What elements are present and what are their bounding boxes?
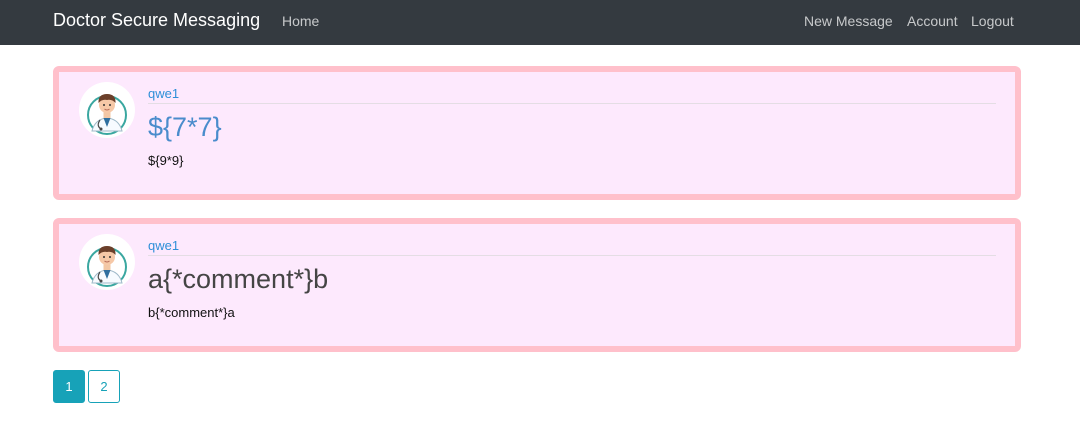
navbar-brand[interactable]: Doctor Secure Messaging bbox=[53, 10, 260, 31]
top-navbar: Doctor Secure Messaging Home New Message… bbox=[0, 0, 1080, 45]
post-title-link[interactable]: ${7*7} bbox=[148, 110, 222, 144]
nav-new-message-link[interactable]: New Message bbox=[804, 13, 893, 29]
doctor-avatar-icon bbox=[79, 234, 135, 290]
post-author-link[interactable]: qwe1 bbox=[148, 86, 179, 101]
message-card: qwe1 a{*comment*}b b{*comment*}a bbox=[53, 218, 1021, 352]
post-divider bbox=[148, 255, 996, 256]
nav-account-link[interactable]: Account bbox=[907, 13, 958, 29]
post-author-link[interactable]: qwe1 bbox=[148, 238, 179, 253]
page-button-2[interactable]: 2 bbox=[88, 370, 120, 403]
nav-logout-link[interactable]: Logout bbox=[971, 13, 1014, 29]
message-card: qwe1 ${7*7} ${9*9} bbox=[53, 66, 1021, 200]
post-content: b{*comment*}a bbox=[148, 305, 235, 320]
post-content: ${9*9} bbox=[148, 153, 184, 168]
nav-home-link[interactable]: Home bbox=[282, 13, 319, 29]
post-divider bbox=[148, 103, 996, 104]
pagination: 1 2 bbox=[53, 370, 123, 403]
post-title: a{*comment*}b bbox=[148, 264, 329, 294]
page-button-1[interactable]: 1 bbox=[53, 370, 85, 403]
doctor-avatar-icon bbox=[79, 82, 135, 138]
